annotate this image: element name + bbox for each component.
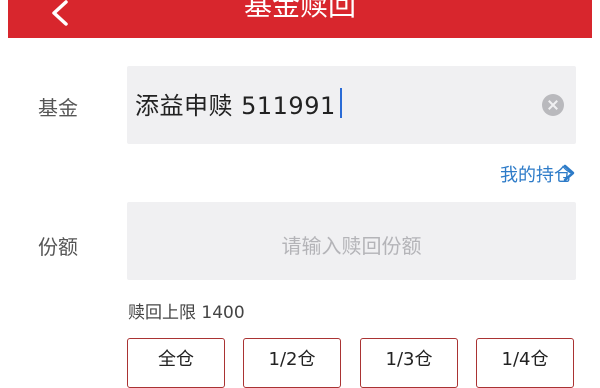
button-label: 1/2仓	[268, 349, 316, 370]
fund-input-value[interactable]: 添益申赎 511991	[135, 86, 336, 121]
redeem-limit-label: 赎回上限	[128, 303, 196, 323]
fund-label: 基金	[38, 96, 78, 120]
header-bar: 基金赎回	[8, 0, 592, 38]
amount-field[interactable]: 请输入赎回份额	[127, 202, 576, 280]
fund-field[interactable]: 添益申赎 511991	[127, 66, 576, 144]
redeem-limit: 赎回上限 1400	[128, 298, 245, 323]
redeem-limit-value: 1400	[201, 303, 245, 323]
full-position-button[interactable]: 全仓	[127, 338, 225, 388]
text-cursor	[340, 88, 342, 118]
amount-label: 份额	[38, 235, 78, 259]
button-label: 1/4仓	[501, 349, 549, 370]
chevron-right-icon[interactable]	[562, 163, 576, 183]
third-position-button[interactable]: 1/3仓	[360, 338, 458, 388]
button-label: 1/3仓	[385, 349, 433, 370]
half-position-button[interactable]: 1/2仓	[243, 338, 341, 388]
amount-placeholder: 请输入赎回份额	[281, 234, 422, 258]
page-title: 基金赎回	[243, 0, 356, 22]
button-label: 全仓	[158, 349, 194, 370]
clear-icon[interactable]	[542, 94, 564, 116]
quarter-position-button[interactable]: 1/4仓	[476, 338, 574, 388]
